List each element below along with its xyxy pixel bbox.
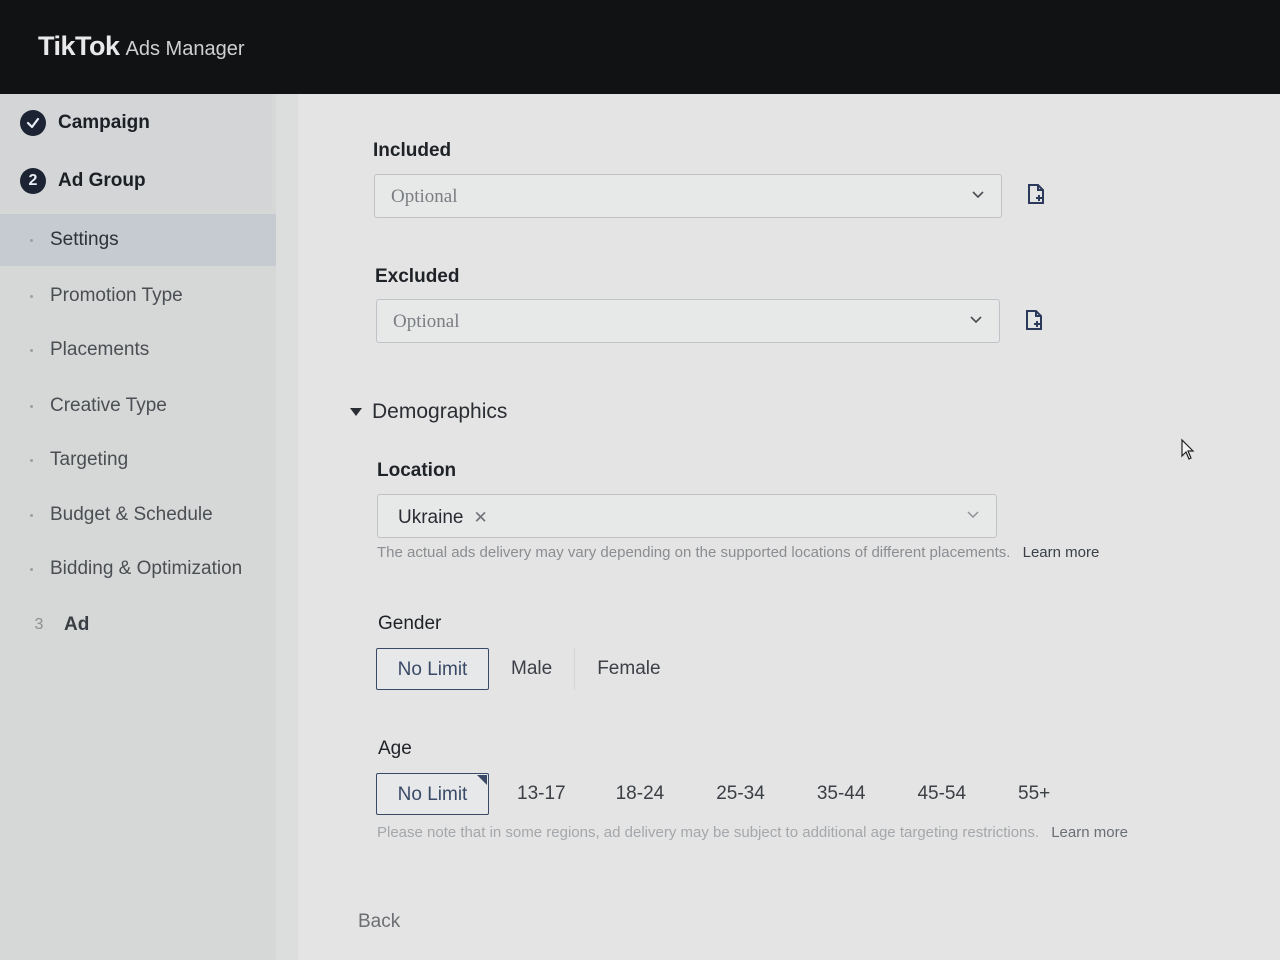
excluded-label: Excluded xyxy=(375,266,460,287)
back-button[interactable]: Back xyxy=(358,911,400,933)
logo[interactable]: TikTok Ads Manager xyxy=(38,31,245,62)
sidebar-item-creative-type[interactable]: Creative Type xyxy=(0,380,276,432)
chevron-down-icon xyxy=(970,316,982,324)
location-label: Location xyxy=(377,460,457,481)
age-option-label: No Limit xyxy=(397,784,468,805)
bullet-icon xyxy=(30,239,33,242)
close-icon[interactable]: ✕ xyxy=(473,508,487,528)
age-label: Age xyxy=(378,738,412,759)
sidebar-item-promotion-type[interactable]: Promotion Type xyxy=(0,270,276,322)
step-ad-group[interactable]: 2 Ad Group xyxy=(20,168,146,194)
mouse-cursor-icon xyxy=(1181,438,1195,460)
bullet-icon xyxy=(30,568,33,571)
top-bar: TikTok Ads Manager xyxy=(0,0,1280,94)
age-option-13-17[interactable]: 13-17 xyxy=(489,773,590,815)
sidebar-item-label: Promotion Type xyxy=(50,285,183,306)
gender-selector: No Limit Male Female xyxy=(376,647,683,691)
location-hint-text: The actual ads delivery may vary dependi… xyxy=(377,544,1011,561)
selected-corner-icon xyxy=(477,775,487,785)
chevron-down-icon xyxy=(972,191,984,199)
sidebar-item-label: Budget & Schedule xyxy=(50,504,213,525)
age-option-55-plus[interactable]: 55+ xyxy=(992,773,1076,815)
location-tag: Ukraine ✕ xyxy=(390,504,488,532)
age-option-18-24[interactable]: 18-24 xyxy=(590,773,691,815)
demographics-toggle[interactable]: Demographics xyxy=(350,400,507,424)
chevron-down-icon xyxy=(967,511,979,518)
step-number-badge: 2 xyxy=(20,168,46,194)
gender-option-female[interactable]: Female xyxy=(575,648,682,690)
bullet-icon xyxy=(30,514,33,517)
age-selector: No Limit 13-17 18-24 25-34 35-44 45-54 5… xyxy=(376,772,1076,816)
sidebar-item-label: Creative Type xyxy=(50,395,167,416)
step-ad[interactable]: 3 Ad xyxy=(26,612,90,638)
age-option-45-54[interactable]: 45-54 xyxy=(891,773,992,815)
gender-label: Gender xyxy=(378,613,442,634)
check-icon xyxy=(20,110,46,136)
age-learn-more-link[interactable]: Learn more xyxy=(1051,824,1128,841)
sidebar-item-budget-schedule[interactable]: Budget & Schedule xyxy=(0,489,276,541)
included-select[interactable]: Optional xyxy=(374,174,1002,218)
included-label: Included xyxy=(373,140,452,161)
caret-down-icon xyxy=(350,408,362,416)
bullet-icon xyxy=(30,459,33,462)
upload-file-icon[interactable] xyxy=(1023,309,1045,331)
gender-option-male[interactable]: Male xyxy=(489,648,576,690)
step-label: Ad xyxy=(64,614,90,635)
excluded-select[interactable]: Optional xyxy=(376,299,1000,343)
age-option-35-44[interactable]: 35-44 xyxy=(791,773,892,815)
location-hint: The actual ads delivery may vary dependi… xyxy=(377,544,1099,561)
sidebar-item-label: Settings xyxy=(50,229,119,250)
sidebar: Campaign 2 Ad Group Settings Promotion T… xyxy=(0,94,276,960)
sidebar-item-label: Placements xyxy=(50,339,150,360)
step-label: Campaign xyxy=(58,112,150,133)
step-number-badge: 3 xyxy=(34,616,44,633)
logo-brand: TikTok xyxy=(38,31,120,61)
location-learn-more-link[interactable]: Learn more xyxy=(1023,544,1100,561)
sidebar-item-placements[interactable]: Placements xyxy=(0,324,276,376)
location-tag-label: Ukraine xyxy=(398,507,464,528)
step-label: Ad Group xyxy=(58,170,146,191)
age-option-no-limit[interactable]: No Limit xyxy=(376,773,489,815)
included-placeholder: Optional xyxy=(391,186,458,207)
upload-file-icon[interactable] xyxy=(1025,183,1047,205)
logo-product: Ads Manager xyxy=(125,38,245,60)
sidebar-item-bidding-optimization[interactable]: Bidding & Optimization xyxy=(0,543,276,595)
sidebar-item-targeting[interactable]: Targeting xyxy=(0,434,276,486)
step-campaign[interactable]: Campaign xyxy=(20,110,150,136)
bullet-icon xyxy=(30,295,33,298)
sidebar-item-label: Bidding & Optimization xyxy=(50,558,243,579)
bullet-icon xyxy=(30,349,33,352)
excluded-placeholder: Optional xyxy=(393,311,460,332)
gender-option-no-limit[interactable]: No Limit xyxy=(376,648,489,690)
sidebar-item-settings[interactable]: Settings xyxy=(0,214,276,266)
age-option-25-34[interactable]: 25-34 xyxy=(690,773,791,815)
bullet-icon xyxy=(30,405,33,408)
sidebar-item-label: Targeting xyxy=(50,449,129,470)
age-hint-text: Please note that in some regions, ad del… xyxy=(377,824,1040,841)
demographics-title: Demographics xyxy=(372,400,508,423)
age-hint: Please note that in some regions, ad del… xyxy=(377,824,1128,841)
